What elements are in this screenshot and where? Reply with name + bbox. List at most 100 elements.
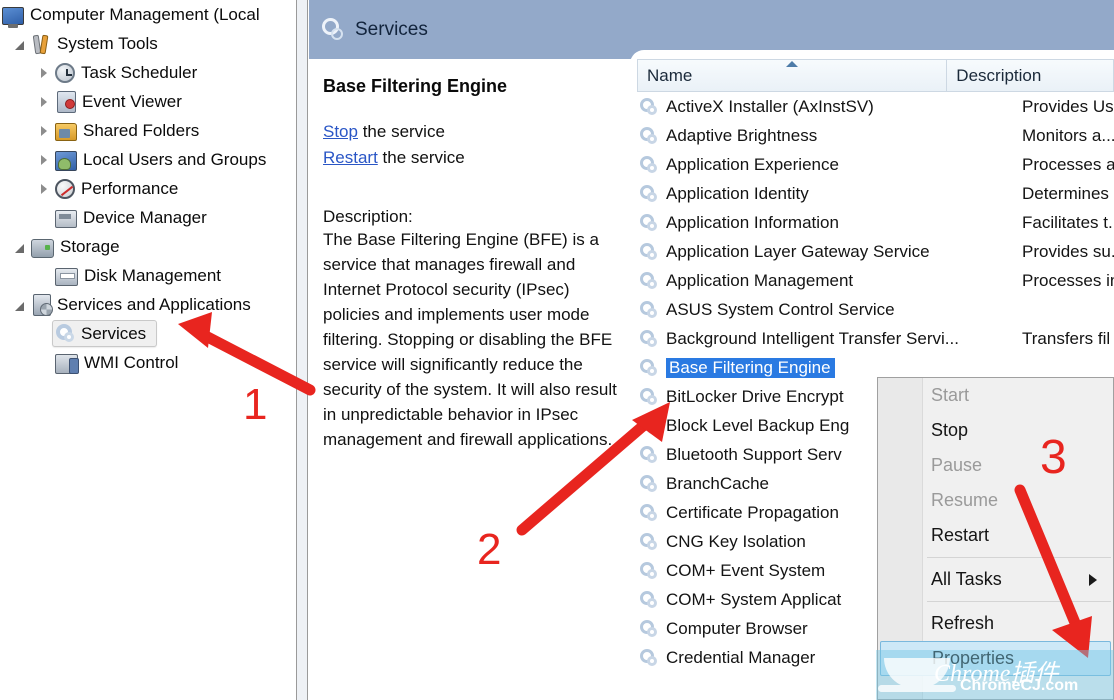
column-header-name[interactable]: Name [637,59,947,92]
tree-item-event-viewer[interactable]: Event Viewer [0,87,296,116]
tree-item-label: Event Viewer [82,92,182,111]
chevron-down-icon[interactable] [14,37,27,50]
service-name: Credential Manager [666,647,816,667]
menu-item-all-tasks[interactable]: All Tasks [878,562,1113,597]
tree-item-label: Local Users and Groups [83,150,267,169]
service-gear-icon [639,155,661,175]
service-gear-icon [639,445,661,465]
table-row[interactable]: ActiveX Installer (AxInstSV) Provides Us [637,92,1114,121]
stop-service-link[interactable]: Stop [323,122,358,141]
tree-item-device-manager[interactable]: Device Manager [0,203,296,232]
service-gear-icon [639,126,661,146]
chevron-right-icon[interactable] [38,66,51,79]
column-header-label: Name [647,65,693,85]
service-name: Base Filtering Engine [666,357,835,378]
chevron-right-icon[interactable] [38,124,51,137]
tree-item-disk-management[interactable]: Disk Management [0,261,296,290]
service-name: Computer Browser [666,618,808,638]
stop-service-line: Stop the service [323,119,616,145]
table-row[interactable]: ASUS System Control Service [637,295,1114,324]
tree-item-storage[interactable]: Storage [0,232,296,261]
tree-item-local-users-and-groups[interactable]: Local Users and Groups [0,145,296,174]
device-manager-icon [55,210,77,228]
service-gear-icon [639,590,661,610]
tree-item-label: Device Manager [83,208,207,227]
service-gear-icon [639,503,661,523]
restart-service-suffix: the service [377,148,465,167]
chevron-right-icon[interactable] [38,153,51,166]
table-row[interactable]: Background Intelligent Transfer Servi...… [637,324,1114,353]
tree-item-label: Shared Folders [83,121,200,140]
menu-item-label: Resume [931,490,999,510]
service-name: COM+ System Applicat [666,589,842,609]
service-context-menu: Start Stop Pause Resume Restart All Task… [877,377,1114,700]
tree-item-task-scheduler[interactable]: Task Scheduler [0,58,296,87]
table-row[interactable]: Application Identity Determines [637,179,1114,208]
menu-item-restart[interactable]: Restart [878,518,1113,553]
column-header-description[interactable]: Description [946,59,1114,92]
menu-item-stop[interactable]: Stop [878,413,1113,448]
service-gear-icon [639,387,661,407]
table-row[interactable]: Application Experience Processes a. [637,150,1114,179]
menu-item-label: Restart [931,525,990,545]
service-gear-icon [639,619,661,639]
menu-item-refresh[interactable]: Refresh [878,606,1113,641]
menu-item-properties[interactable]: Properties [880,641,1111,676]
service-name: Certificate Propagation [666,502,839,522]
menu-item-label: Pause [931,455,983,475]
service-gear-icon [639,561,661,581]
chevron-right-icon[interactable] [38,182,51,195]
service-gear-icon [639,416,661,436]
service-description: Determines [1022,183,1109,203]
description-heading: Description: [323,207,413,226]
console-tree-panel: Computer Management (Local System Tools … [0,0,297,700]
disk-icon [55,268,78,286]
panel-splitter[interactable] [297,0,308,700]
tree-item-label: Services and Applications [57,295,251,314]
service-name: Application Layer Gateway Service [666,241,930,261]
computer-management-window: Computer Management (Local System Tools … [0,0,1114,700]
service-name: COM+ Event System [666,560,826,580]
table-row[interactable]: Application Information Facilitates t. [637,208,1114,237]
tree-item-services-and-applications[interactable]: Services and Applications [0,290,296,319]
chevron-down-icon[interactable] [14,240,27,253]
menu-item-start[interactable]: Start [878,378,1113,413]
tree-item-performance[interactable]: Performance [0,174,296,203]
clock-icon [55,62,75,83]
tree-item-shared-folders[interactable]: Shared Folders [0,116,296,145]
service-description: Provides Us [1022,96,1114,116]
service-gear-icon [639,213,661,233]
service-name: ActiveX Installer (AxInstSV) [666,96,874,116]
tree-item-system-tools[interactable]: System Tools [0,29,296,58]
tools-icon [31,34,51,54]
service-name: Adaptive Brightness [666,125,818,145]
table-row[interactable]: Application Management Processes in [637,266,1114,295]
table-row[interactable]: Application Layer Gateway Service Provid… [637,237,1114,266]
service-gear-icon [639,97,661,117]
services-gear-icon [55,323,75,343]
tree-item-wmi-control[interactable]: WMI Control [0,348,296,377]
chevron-down-icon[interactable] [14,298,27,311]
service-gear-icon [639,329,661,349]
menu-item-label: Refresh [931,613,995,633]
service-gear-icon [639,532,661,552]
menu-item-label: Stop [931,420,969,440]
chevron-right-icon[interactable] [38,95,51,108]
tree-item-label: Performance [81,179,179,198]
service-name: Application Identity [666,183,809,203]
service-name: Bluetooth Support Serv [666,444,842,464]
menu-item-resume[interactable]: Resume [878,483,1113,518]
table-row[interactable]: Adaptive Brightness Monitors a... [637,121,1114,150]
menu-separator [927,601,1111,602]
sort-ascending-icon [786,61,799,67]
menu-item-label: Start [931,385,970,405]
service-gear-icon [639,648,661,668]
tree-item-services[interactable]: Services [0,319,296,348]
restart-service-link[interactable]: Restart [323,148,378,167]
service-description: Processes in [1022,270,1114,290]
menu-item-pause[interactable]: Pause [878,448,1113,483]
wmi-icon [55,353,79,374]
service-name: BranchCache [666,473,770,493]
tree-item-computer-management[interactable]: Computer Management (Local [0,0,296,29]
service-name: Application Management [666,270,854,290]
